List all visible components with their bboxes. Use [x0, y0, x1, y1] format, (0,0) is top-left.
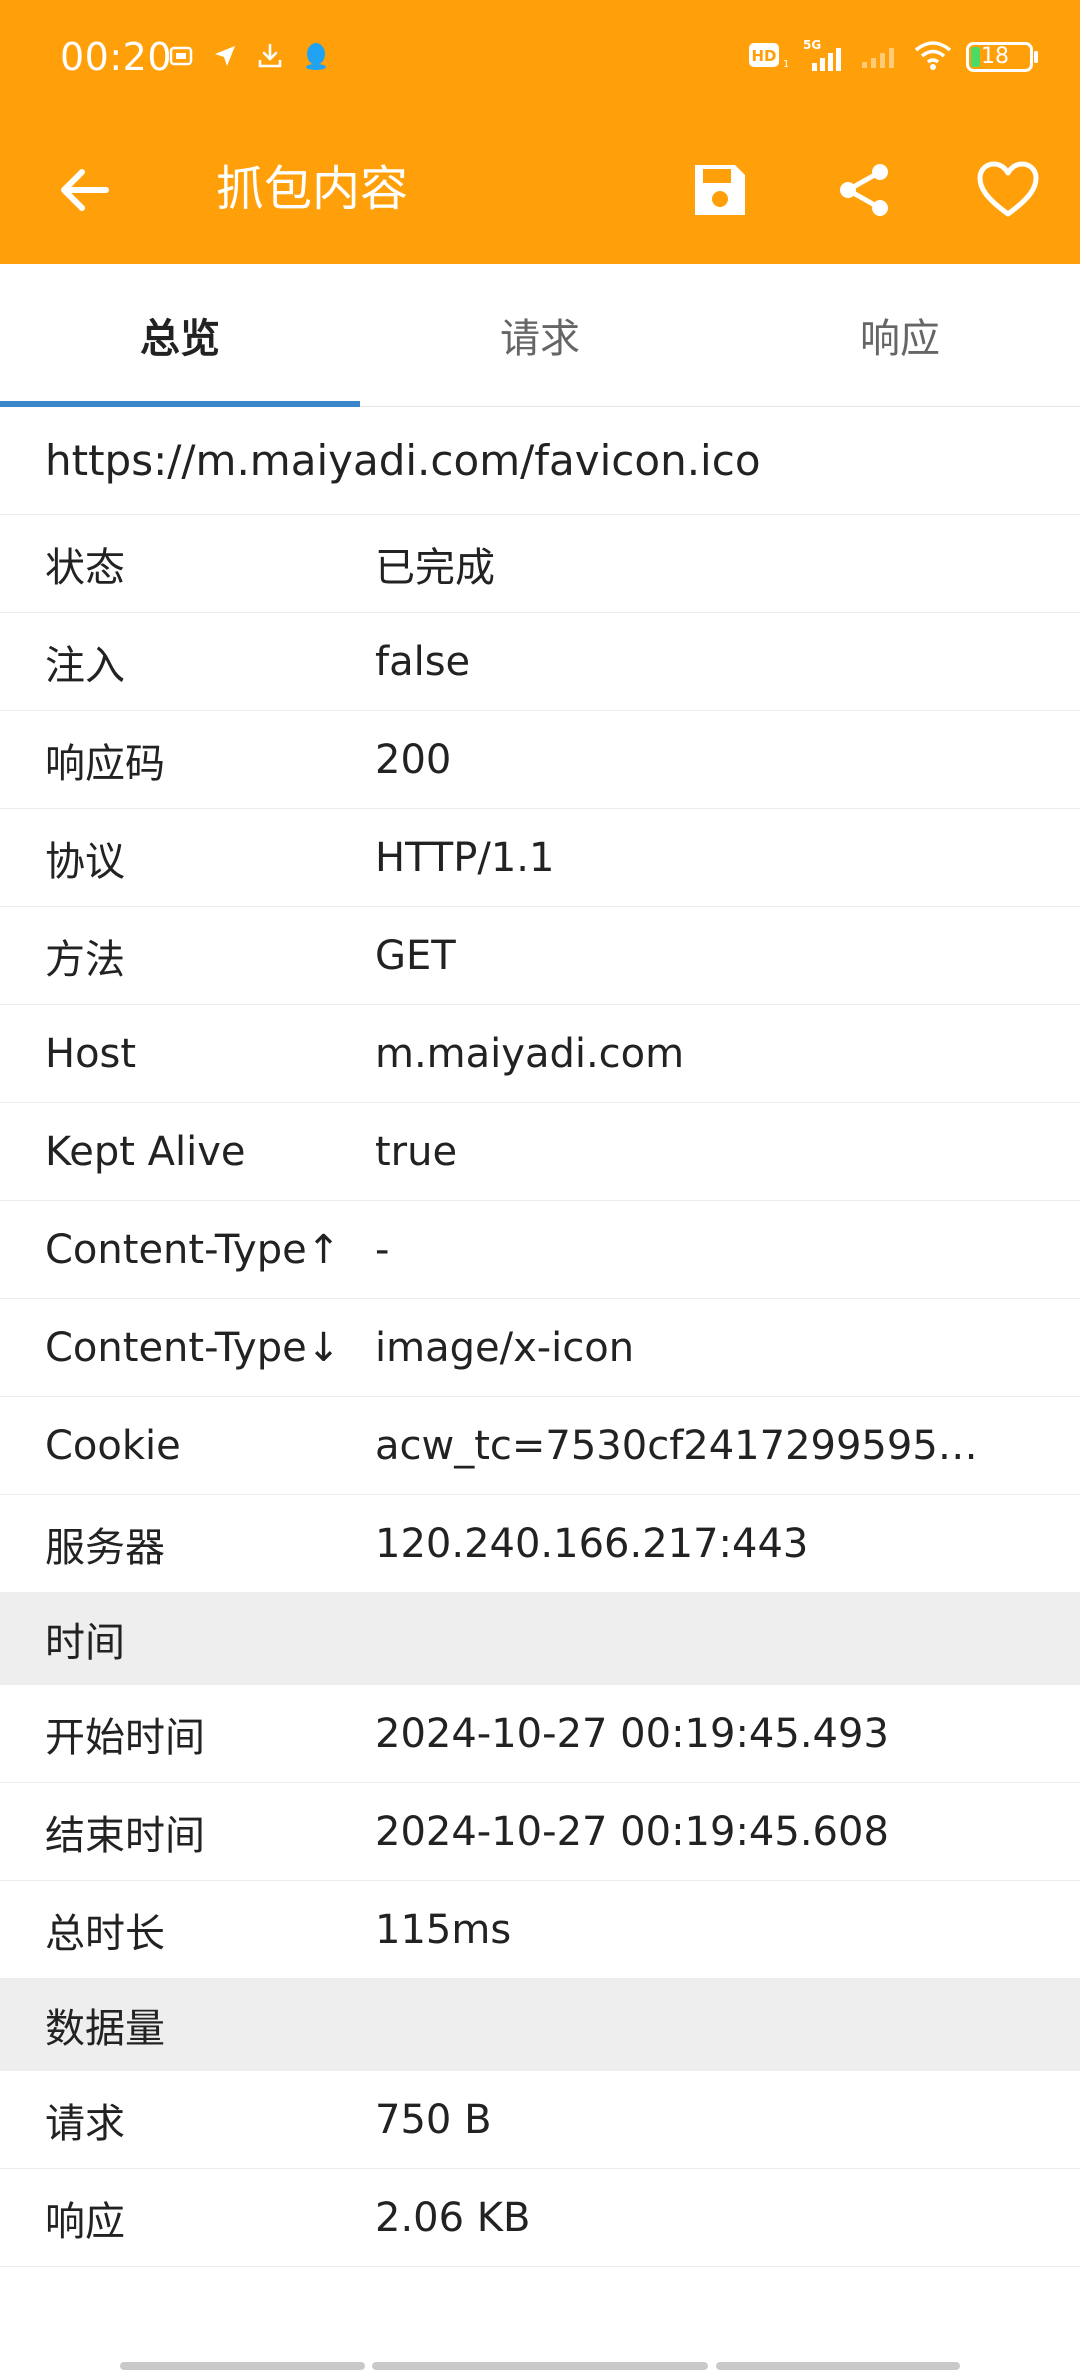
row-value: true [375, 1128, 458, 1175]
section-header-time: 时间 [0, 1593, 1080, 1685]
tab-request[interactable]: 请求 [360, 264, 720, 406]
row-value: acw_tc=7530cf2417299595… [375, 1422, 978, 1469]
table-row[interactable]: 协议 HTTP/1.1 [0, 809, 1080, 907]
table-row[interactable]: 开始时间 2024-10-27 00:19:45.493 [0, 1685, 1080, 1783]
row-key: 服务器 [45, 1524, 165, 1571]
tab-label: 总览 [140, 316, 220, 362]
app-bar: 抓包内容 [0, 116, 1080, 264]
tab-bar: 总览 请求 响应 [0, 264, 1080, 407]
heart-icon [977, 161, 1039, 217]
row-key: Host [45, 1030, 137, 1077]
wifi-icon [914, 39, 952, 75]
table-row[interactable]: 服务器 120.240.166.217:443 [0, 1495, 1080, 1593]
download-icon [256, 42, 284, 74]
row-key: 方法 [45, 936, 125, 983]
row-value: 2024-10-27 00:19:45.493 [375, 1710, 889, 1757]
favorite-button[interactable] [962, 144, 1054, 236]
table-row[interactable]: 请求 750 B [0, 2071, 1080, 2169]
row-value: 120.240.166.217:443 [375, 1520, 809, 1567]
row-value: - [375, 1226, 390, 1273]
url-row[interactable]: https://m.maiyadi.com/favicon.ico [0, 406, 1080, 515]
table-row[interactable]: Cookie acw_tc=7530cf2417299595… [0, 1397, 1080, 1495]
status-icons-right: HD 1 5G 18 [748, 34, 1040, 80]
status-icons-left [168, 36, 330, 80]
table-row[interactable]: Host m.maiyadi.com [0, 1005, 1080, 1103]
signal-empty-icon [860, 40, 900, 74]
tab-response[interactable]: 响应 [720, 264, 1080, 406]
tab-label: 请求 [500, 316, 580, 362]
row-key: 协议 [45, 838, 125, 885]
row-key: 总时长 [45, 1910, 165, 1957]
table-row[interactable]: Kept Alive true [0, 1103, 1080, 1201]
table-row[interactable]: 响应码 200 [0, 711, 1080, 809]
row-key: 响应 [45, 2198, 125, 2245]
request-url: https://m.maiyadi.com/favicon.ico [45, 435, 761, 485]
page-title: 抓包内容 [216, 161, 409, 217]
share-icon [840, 164, 888, 216]
svg-text:5G: 5G [803, 38, 821, 52]
tab-label: 响应 [860, 316, 940, 362]
tab-overview[interactable]: 总览 [0, 264, 360, 407]
table-row[interactable]: Content-Type↑ - [0, 1201, 1080, 1299]
row-key: 响应码 [45, 740, 165, 787]
row-value: 2024-10-27 00:19:45.608 [375, 1808, 889, 1855]
sim-card-icon [168, 43, 194, 73]
row-key: 开始时间 [45, 1714, 205, 1761]
row-key: 结束时间 [45, 1812, 205, 1859]
row-key: 注入 [45, 642, 125, 689]
qq-penguin-icon [302, 41, 330, 75]
row-key: Content-Type↓ [45, 1324, 341, 1371]
row-key: 状态 [45, 544, 125, 591]
overview-content: https://m.maiyadi.com/favicon.ico 状态 已完成 … [0, 406, 1080, 2267]
row-value: 750 B [375, 2096, 492, 2143]
section-header-data-size: 数据量 [0, 1979, 1080, 2071]
status-time: 00:20 [60, 35, 173, 79]
status-bar: 00:20 HD 1 5G 18 [0, 0, 1080, 116]
row-value: GET [375, 932, 456, 979]
svg-text:HD: HD [751, 47, 776, 65]
table-row[interactable]: 方法 GET [0, 907, 1080, 1005]
row-key: Content-Type↑ [45, 1226, 341, 1273]
bottom-indicator-left [120, 2362, 365, 2370]
save-button[interactable] [674, 144, 766, 236]
row-value: 2.06 KB [375, 2194, 531, 2241]
signal-5g-icon: 5G [802, 37, 846, 77]
row-value: false [375, 638, 471, 685]
row-value: image/x-icon [375, 1324, 635, 1371]
save-icon [695, 165, 745, 215]
table-row[interactable]: 响应 2.06 KB [0, 2169, 1080, 2267]
row-value: 已完成 [375, 544, 495, 591]
app-root: 00:20 HD 1 5G 18 抓包内容 总览 请求 响应 https://m… [0, 0, 1080, 2376]
bottom-indicator-right [716, 2362, 960, 2370]
table-row[interactable]: Content-Type↓ image/x-icon [0, 1299, 1080, 1397]
table-row[interactable]: 总时长 115ms [0, 1881, 1080, 1979]
row-key: 请求 [45, 2100, 125, 2147]
battery-level: 18 [981, 44, 1009, 69]
share-button[interactable] [818, 144, 910, 236]
arrow-left-icon [61, 169, 109, 211]
row-key: Kept Alive [45, 1128, 246, 1175]
svg-text:1: 1 [783, 59, 788, 70]
table-row[interactable]: 注入 false [0, 613, 1080, 711]
row-key: Cookie [45, 1422, 181, 1469]
back-button[interactable] [42, 148, 126, 232]
hd-icon: HD 1 [748, 39, 789, 75]
row-value: m.maiyadi.com [375, 1030, 685, 1077]
row-value: 200 [375, 736, 452, 783]
row-value: 115ms [375, 1906, 512, 1953]
table-row[interactable]: 状态 已完成 [0, 515, 1080, 613]
battery-icon: 18 [966, 41, 1040, 73]
row-value: HTTP/1.1 [375, 834, 555, 881]
location-arrow-icon [212, 43, 238, 73]
table-row[interactable]: 结束时间 2024-10-27 00:19:45.608 [0, 1783, 1080, 1881]
bottom-indicator-center [372, 2362, 708, 2370]
